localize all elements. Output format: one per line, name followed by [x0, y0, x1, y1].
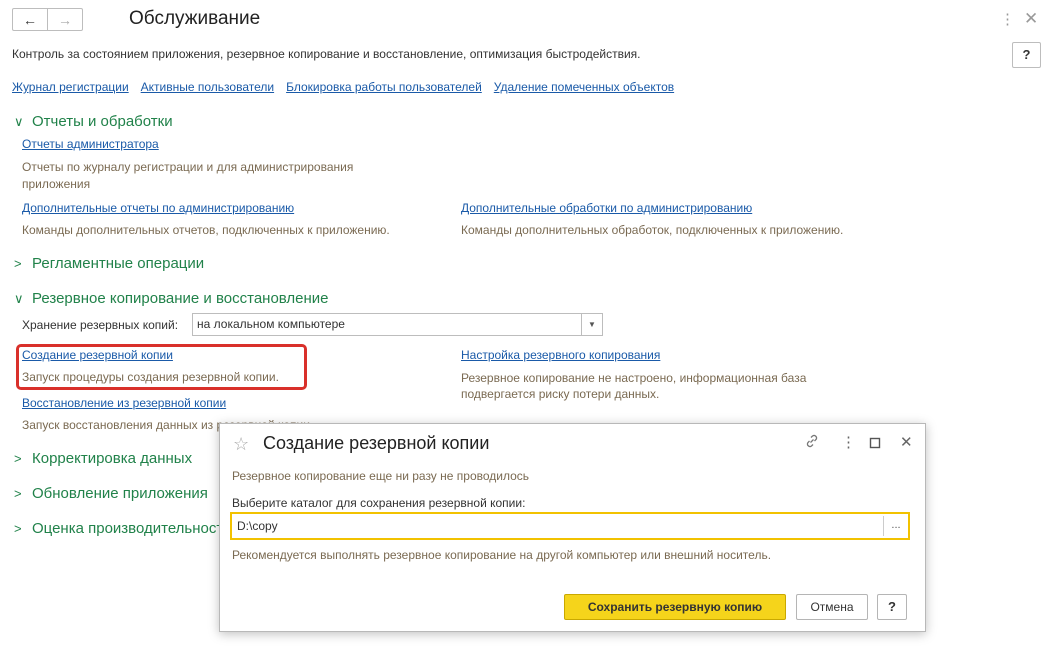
storage-label: Хранение резервных копий:: [22, 318, 179, 332]
folder-label: Выберите каталог для сохранения резервно…: [232, 496, 526, 510]
extra-reports-description: Команды дополнительных отчетов, подключе…: [22, 223, 390, 237]
link-extra-reports[interactable]: Дополнительные отчеты по администрирован…: [22, 201, 294, 215]
storage-select[interactable]: на локальном компьютере ▼: [192, 313, 603, 336]
backup-hint: Рекомендуется выполнять резервное копиро…: [232, 548, 772, 562]
group-data-correction-header[interactable]: > Корректировка данных: [14, 450, 192, 467]
backup-settings-description: Резервное копирование не настроено, инфо…: [461, 371, 807, 401]
close-icon[interactable]: ✕: [900, 433, 913, 451]
admin-reports-description: Отчеты по журналу регистрации и для адми…: [22, 160, 354, 191]
group-data-correction-title: Корректировка данных: [32, 450, 193, 467]
more-menu-icon[interactable]: ⋮: [841, 433, 856, 451]
chevron-down-icon: ∨: [14, 290, 24, 306]
group-scheduled-header[interactable]: > Регламентные операции: [14, 255, 204, 272]
dropdown-arrow-icon[interactable]: ▼: [581, 314, 602, 335]
group-app-update-header[interactable]: > Обновление приложения: [14, 485, 208, 502]
chevron-right-icon: >: [14, 451, 22, 466]
back-button[interactable]: ←: [12, 8, 48, 31]
group-performance-title: Оценка производительности: [32, 520, 232, 537]
link-lock-users[interactable]: Блокировка работы пользователей: [286, 80, 482, 94]
folder-path-value: D:\copy: [237, 519, 278, 533]
link-delete-marked[interactable]: Удаление помеченных объектов: [494, 80, 674, 94]
forward-button[interactable]: →: [47, 8, 83, 31]
chevron-right-icon: >: [14, 521, 22, 536]
link-restore-backup[interactable]: Восстановление из резервной копии: [22, 396, 226, 410]
link-event-log[interactable]: Журнал регистрации: [12, 80, 129, 94]
create-backup-description: Запуск процедуры создания резервной копи…: [22, 370, 279, 384]
page-title: Обслуживание: [129, 8, 261, 29]
backup-dialog: ☆ Создание резервной копии ⋮ ✕ Резервное…: [219, 423, 926, 632]
chevron-down-icon: ∨: [14, 113, 24, 129]
group-reports-title: Отчеты и обработки: [32, 113, 173, 130]
link-active-users[interactable]: Активные пользователи: [141, 80, 274, 94]
forward-arrow-icon: →: [58, 11, 72, 28]
link-create-backup[interactable]: Создание резервной копии: [22, 348, 173, 362]
extra-processing-description: Команды дополнительных обработок, подклю…: [461, 223, 844, 237]
cancel-button[interactable]: Отмена: [796, 594, 868, 620]
group-app-update-title: Обновление приложения: [32, 485, 208, 502]
dialog-title: Создание резервной копии: [263, 433, 490, 453]
page-description: Контроль за состоянием приложения, резер…: [12, 47, 641, 61]
chevron-right-icon: >: [14, 486, 22, 501]
browse-button[interactable]: ...: [883, 516, 908, 536]
link-admin-reports[interactable]: Отчеты администратора: [22, 137, 159, 151]
link-backup-settings[interactable]: Настройка резервного копирования: [461, 348, 660, 362]
dialog-help-button[interactable]: ?: [877, 594, 907, 620]
back-arrow-icon: ←: [23, 11, 37, 28]
group-backup-title: Резервное копирование и восстановление: [32, 290, 329, 307]
link-icon[interactable]: [804, 433, 820, 453]
group-backup-header[interactable]: ∨ Резервное копирование и восстановление: [14, 290, 329, 307]
quick-links: Журнал регистрации Активные пользователи…: [12, 80, 674, 94]
save-backup-button[interactable]: Сохранить резервную копию: [564, 594, 786, 620]
backup-status-text: Резервное копирование еще ни разу не про…: [232, 469, 530, 483]
group-scheduled-title: Регламентные операции: [32, 255, 205, 272]
group-reports-header[interactable]: ∨ Отчеты и обработки: [14, 113, 173, 130]
more-menu-icon[interactable]: ⋮: [1000, 10, 1015, 28]
star-icon[interactable]: ☆: [233, 434, 249, 455]
group-performance-header[interactable]: > Оценка производительности: [14, 520, 232, 537]
link-extra-processing[interactable]: Дополнительные обработки по администриро…: [461, 201, 752, 215]
chevron-right-icon: >: [14, 256, 22, 271]
close-icon[interactable]: ✕: [1024, 9, 1038, 29]
folder-path-input[interactable]: D:\copy ...: [230, 512, 910, 540]
maximize-icon[interactable]: [869, 436, 881, 453]
help-button[interactable]: ?: [1012, 42, 1041, 68]
storage-value: на локальном компьютере: [197, 317, 345, 331]
